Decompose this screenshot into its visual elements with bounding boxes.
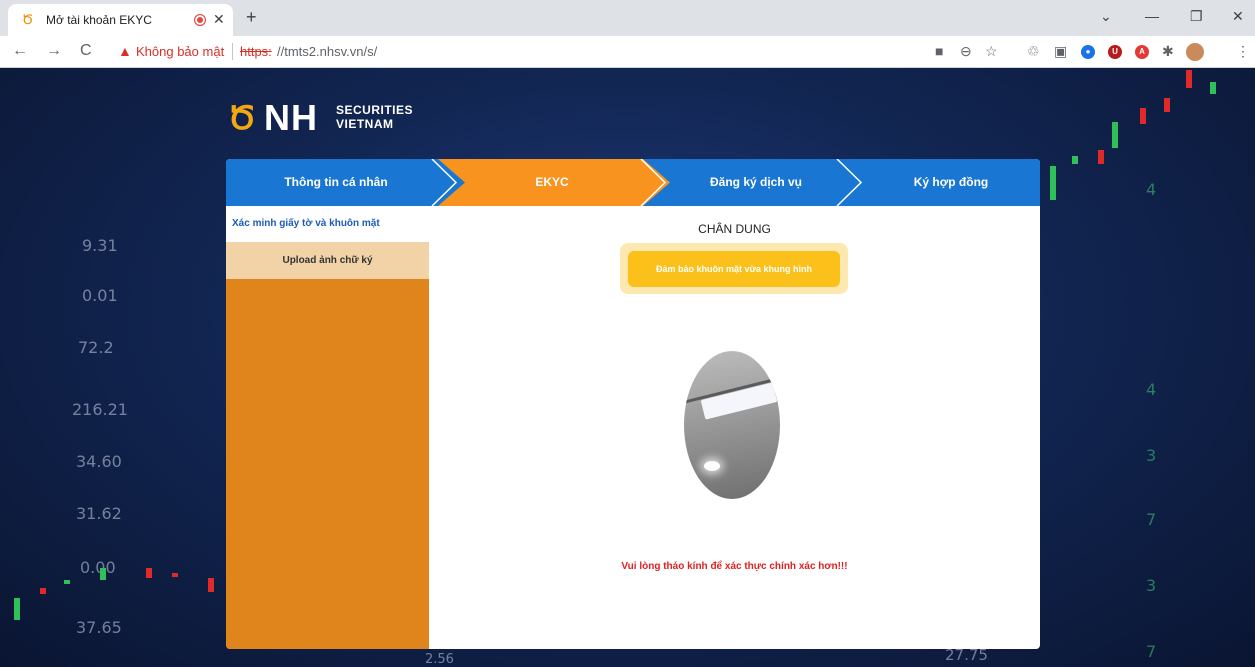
sidebar-item-label: Xác minh giấy tờ và khuôn mặt xyxy=(232,218,380,229)
candlestick xyxy=(1050,166,1056,200)
logo-name: NH xyxy=(264,97,318,138)
candlestick xyxy=(100,568,106,580)
step-progress-bar: Thông tin cá nhân EKYC Đăng ký dịch vụ K… xyxy=(226,159,1040,206)
candlestick xyxy=(1186,70,1192,88)
url-protocol: https: xyxy=(240,44,272,59)
divider xyxy=(232,43,233,60)
candlestick xyxy=(1072,156,1078,164)
back-icon[interactable]: ← xyxy=(12,42,28,60)
minimize-icon[interactable]: — xyxy=(1145,8,1159,24)
logo-line1: SECURITIES xyxy=(336,103,414,117)
step-register-services[interactable]: Đăng ký dịch vụ xyxy=(666,159,846,206)
nhsv-logo-icon: Ծ xyxy=(22,12,34,27)
logo-subtitle: SECURITIES VIETNAM xyxy=(336,103,413,131)
step-sign-contract[interactable]: Ký hợp đồng xyxy=(861,159,1040,206)
abp-icon[interactable]: A xyxy=(1135,45,1149,59)
step-ekyc[interactable]: EKYC xyxy=(462,159,642,206)
candlestick xyxy=(64,580,70,584)
candlestick xyxy=(146,568,152,578)
bg-number: 3 xyxy=(1146,576,1157,595)
url-path: //tmts2.nhsv.vn/s/ xyxy=(277,44,378,59)
ublock-icon[interactable]: U xyxy=(1108,45,1122,59)
face-hint-button[interactable]: Đảm bảo khuôn mặt vừa khung hình xyxy=(628,251,840,287)
security-status[interactable]: Không bảo mật xyxy=(136,44,224,59)
page-title: CHÂN DUNG xyxy=(698,222,771,236)
tab-search-icon[interactable]: ⌄ xyxy=(1100,8,1112,24)
close-window-icon[interactable]: ✕ xyxy=(1232,8,1244,24)
ekyc-panel: Thông tin cá nhân EKYC Đăng ký dịch vụ K… xyxy=(226,159,1040,649)
forward-icon[interactable]: → xyxy=(46,42,62,60)
bg-number: 4 xyxy=(1146,180,1157,199)
browser-toolbar: ← → C ▲ Không bảo mật https: //tmts2.nhs… xyxy=(0,36,1255,68)
restore-icon[interactable]: ❐ xyxy=(1190,8,1203,24)
candlestick xyxy=(1210,82,1216,94)
bg-number: 7 xyxy=(1146,510,1157,529)
recycle-icon[interactable]: ♲ xyxy=(1027,43,1040,59)
sidebar-item-upload-signature[interactable]: Upload ảnh chữ ký xyxy=(226,242,429,279)
bg-number: 34.60 xyxy=(76,452,122,471)
sidebar-item-label: Upload ảnh chữ ký xyxy=(282,255,373,266)
menu-icon[interactable]: ⋮ xyxy=(1236,43,1250,59)
bg-number: 3 xyxy=(1146,446,1157,465)
bg-number: 0.01 xyxy=(82,286,118,305)
puzzle-icon[interactable]: ✱ xyxy=(1162,43,1174,59)
browser-tab-bar: Ծ Mở tài khoản EKYC ✕ + ⌄ — ❐ ✕ xyxy=(0,0,1255,36)
warning-icon[interactable]: ▲ xyxy=(118,43,132,59)
hint-container: Đảm bảo khuôn mặt vừa khung hình xyxy=(620,243,848,294)
new-tab-button[interactable]: + xyxy=(246,7,257,27)
bg-number: 72.2 xyxy=(78,338,114,357)
bg-number: 216.21 xyxy=(72,400,128,419)
lamp-glow xyxy=(704,461,720,471)
sidebar: Xác minh giấy tờ và khuôn mặt Upload ảnh… xyxy=(226,206,429,649)
browser-tab[interactable]: Ծ Mở tài khoản EKYC ✕ xyxy=(8,4,233,36)
candlestick xyxy=(172,573,178,577)
close-tab-icon[interactable]: ✕ xyxy=(213,11,225,27)
candlestick xyxy=(1164,98,1170,112)
bg-number: 7 xyxy=(1146,642,1157,661)
screenshot-icon[interactable]: ▣ xyxy=(1054,43,1067,59)
reload-icon[interactable]: C xyxy=(80,42,92,60)
profile-avatar[interactable] xyxy=(1186,43,1204,61)
bg-number: 31.62 xyxy=(76,504,122,523)
step-personal-info[interactable]: Thông tin cá nhân xyxy=(246,159,426,206)
candlestick xyxy=(1112,122,1118,148)
candlestick xyxy=(1140,108,1146,124)
zoom-icon[interactable]: ⊖ xyxy=(960,43,972,59)
logo-mark-icon: Ծ xyxy=(228,100,256,136)
sidebar-item-verify-id-face[interactable]: Xác minh giấy tờ và khuôn mặt xyxy=(226,206,429,242)
bg-number: 2.56 xyxy=(425,652,454,667)
step-chevron-icon xyxy=(640,159,667,206)
recording-icon xyxy=(194,14,206,26)
chat-icon[interactable]: ● xyxy=(1081,45,1095,59)
tab-title: Mở tài khoản EKYC xyxy=(46,13,152,27)
candlestick xyxy=(1098,150,1104,164)
logo-line2: VIETNAM xyxy=(336,117,394,131)
camera-preview-oval xyxy=(684,351,780,499)
camera-icon[interactable]: ■ xyxy=(935,43,943,59)
address-bar[interactable]: ▲ Không bảo mật https: //tmts2.nhsv.vn/s… xyxy=(114,40,1014,64)
warning-message: Vui lòng tháo kính để xác thực chính xác… xyxy=(621,561,848,572)
bg-number: 9.31 xyxy=(82,236,118,255)
bg-number: 37.65 xyxy=(76,618,122,637)
bg-number: 4 xyxy=(1146,380,1157,399)
candlestick xyxy=(14,598,20,620)
bg-number: 0.00 xyxy=(80,558,116,577)
candlestick xyxy=(208,578,214,592)
candlestick xyxy=(40,588,46,594)
step-chevron-icon xyxy=(431,159,458,206)
star-icon[interactable]: ☆ xyxy=(985,43,998,59)
